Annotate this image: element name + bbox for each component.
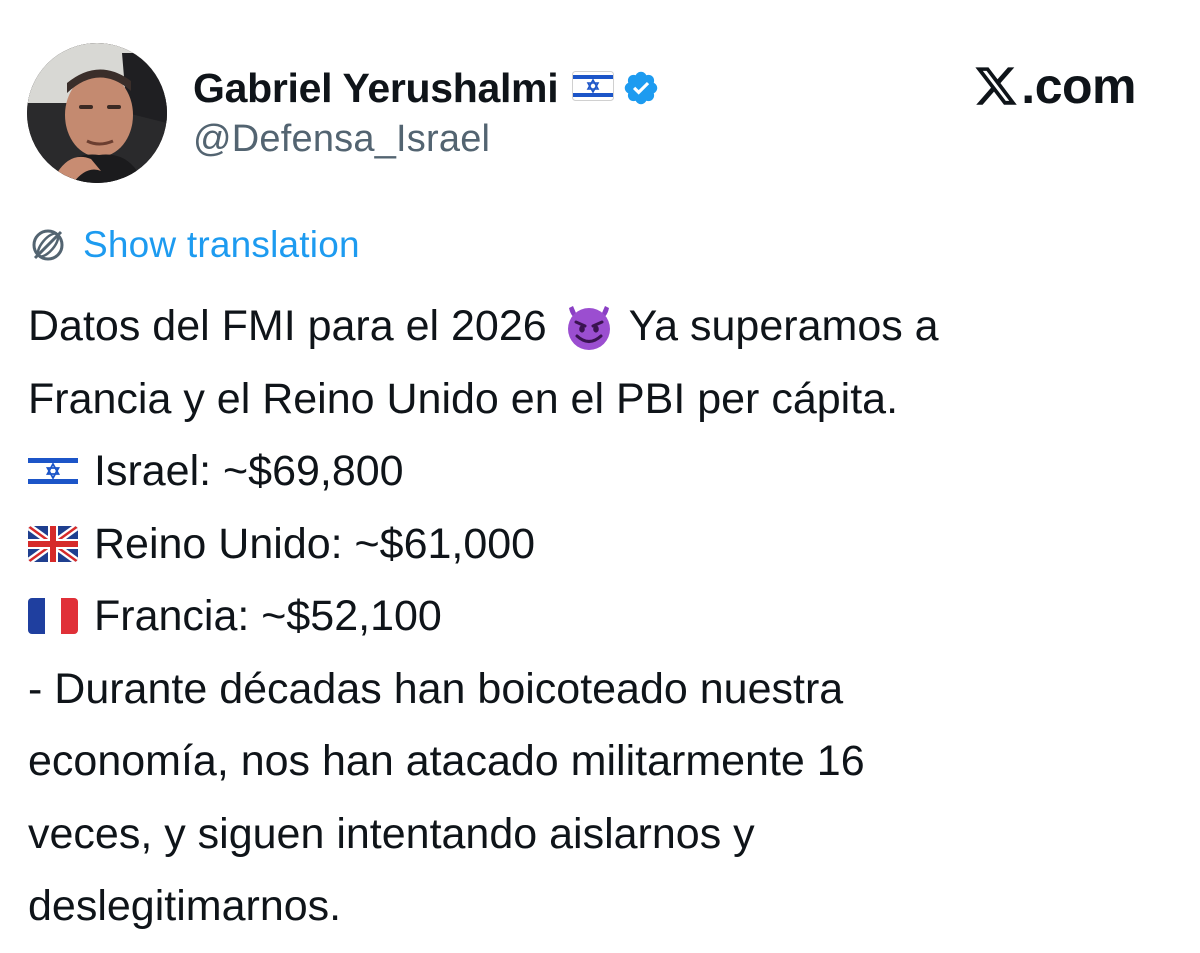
tweet-text: Datos del FMI para el 2026 Ya superamos … bbox=[28, 290, 1178, 943]
avatar-image bbox=[27, 43, 167, 183]
verified-badge-icon[interactable] bbox=[622, 69, 660, 107]
text-segment: Ya superamos a bbox=[628, 302, 939, 350]
uk-flag-icon bbox=[28, 525, 78, 562]
text-segment: veces, y siguen intentando aislarnos y bbox=[28, 809, 755, 858]
israel-flag-icon bbox=[28, 453, 78, 490]
text-line: Francia y el Reino Unido en el PBI per c… bbox=[28, 363, 1178, 436]
france-flag-icon bbox=[28, 598, 78, 635]
list-item-text: Reino Unido: ~$61,000 bbox=[94, 519, 536, 568]
text-segment: deslegitimarnos. bbox=[28, 882, 342, 930]
brand-label: .com bbox=[1021, 58, 1136, 114]
text-line: - Durante décadas han boicoteado nuestra bbox=[28, 653, 1178, 726]
show-translation-button[interactable]: Show translation bbox=[27, 224, 360, 266]
list-item-text: Israel: ~$69,800 bbox=[94, 447, 404, 495]
globe-icon bbox=[32, 229, 64, 261]
text-line: economía, nos han atacado militarmente 1… bbox=[28, 725, 1178, 798]
text-segment: economía, nos han atacado militarmente 1… bbox=[28, 737, 865, 785]
list-item: Reino Unido: ~$61,000 bbox=[28, 508, 1178, 581]
avatar[interactable] bbox=[27, 43, 167, 183]
author-display-name[interactable]: Gabriel Yerushalmi bbox=[193, 65, 559, 112]
author-name-row: Gabriel Yerushalmi bbox=[193, 58, 660, 118]
smiling-devil-emoji-icon bbox=[561, 298, 617, 354]
author-handle[interactable]: @Defensa_Israel bbox=[193, 118, 490, 161]
text-segment: Francia y el Reino Unido en el PBI per c… bbox=[28, 374, 899, 423]
list-item: Israel: ~$69,800 bbox=[28, 435, 1178, 508]
list-item: Francia: ~$52,100 bbox=[28, 580, 1178, 653]
text-line: veces, y siguen intentando aislarnos y bbox=[28, 798, 1178, 871]
text-line: Datos del FMI para el 2026 Ya superamos … bbox=[28, 290, 1178, 363]
text-line: deslegitimarnos. bbox=[28, 870, 1178, 943]
text-segment: Datos del FMI para el 2026 bbox=[28, 302, 547, 350]
text-segment: - Durante décadas han boicoteado nuestra bbox=[28, 664, 844, 713]
brand-watermark: .com bbox=[973, 57, 1136, 115]
israel-flag-icon bbox=[572, 70, 615, 106]
show-translation-label: Show translation bbox=[83, 224, 360, 265]
x-logo-icon bbox=[975, 67, 1018, 105]
tweet-card: Gabriel Yerushalmi @Defensa_Israel .com bbox=[0, 0, 1200, 953]
list-item-text: Francia: ~$52,100 bbox=[94, 592, 442, 640]
